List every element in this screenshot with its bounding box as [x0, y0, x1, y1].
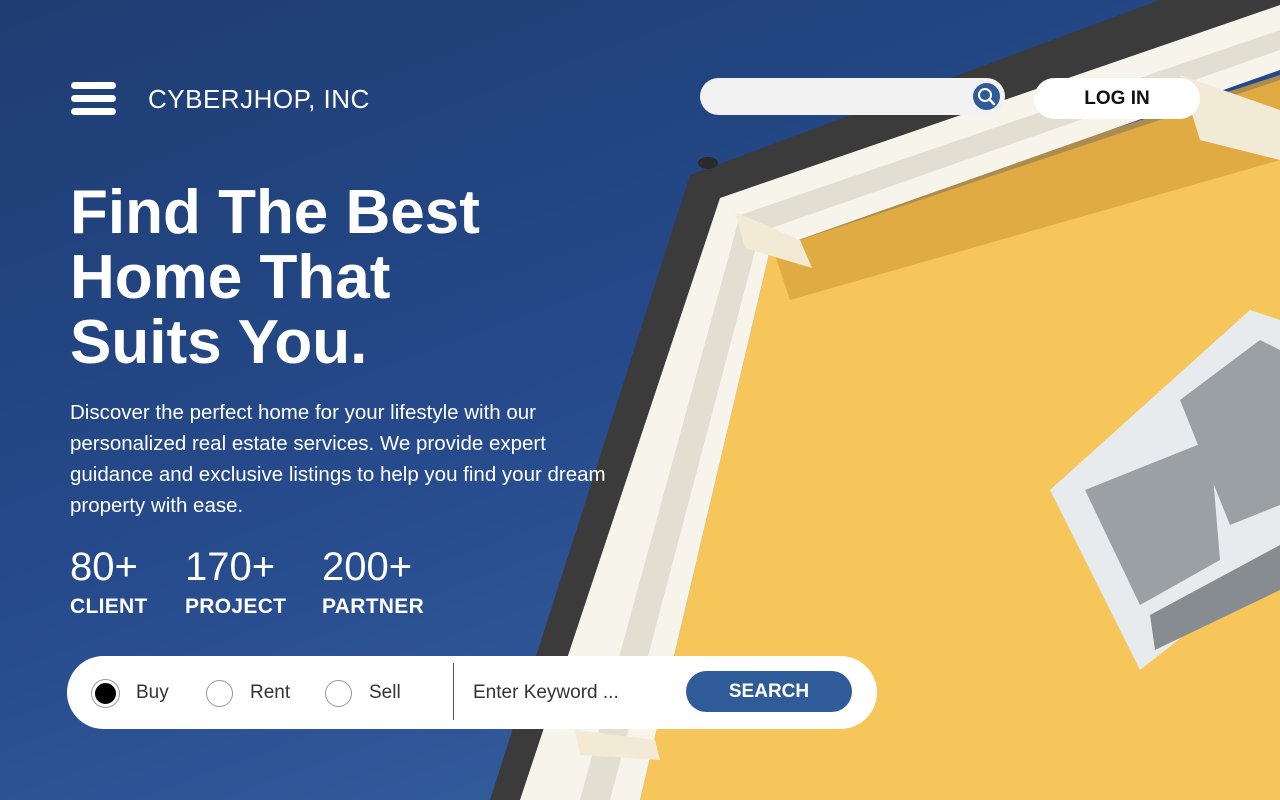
hero-description: Discover the perfect home for your lifes…	[70, 401, 606, 517]
hero-headline-line-3: Suits You.	[70, 308, 368, 377]
hero-headline: Find The Best Home That Suits You.	[70, 180, 590, 375]
stat-value: 200+	[322, 545, 413, 589]
header-search-input[interactable]	[718, 84, 962, 111]
divider	[453, 663, 454, 720]
option-rent[interactable]: Rent	[206, 678, 290, 708]
keyword-input[interactable]	[471, 678, 665, 708]
option-buy[interactable]: Buy	[92, 678, 169, 708]
stat-label: CLIENT	[70, 595, 148, 618]
radio-sell[interactable]	[325, 679, 352, 707]
hero-headline-line-2: Home That	[70, 243, 391, 312]
radio-rent[interactable]	[206, 679, 233, 707]
stat-value: 80+	[70, 545, 138, 589]
stat-projects: 170+ PROJECT	[185, 545, 286, 619]
stat-label: PARTNER	[322, 595, 425, 618]
stat-value: 170+	[185, 545, 276, 589]
radio-buy[interactable]	[92, 679, 119, 707]
stat-partners: 200+ PARTNER	[322, 545, 424, 619]
stat-label: PROJECT	[185, 595, 287, 618]
option-label: Sell	[369, 682, 401, 703]
option-sell[interactable]: Sell	[325, 678, 401, 708]
brand-name: CYBERJHOP, INC	[148, 84, 370, 114]
login-button[interactable]: LOG IN	[1034, 78, 1200, 119]
hero-headline-line-1: Find The Best	[70, 178, 480, 247]
search-icon[interactable]	[973, 83, 1000, 110]
option-label: Buy	[136, 682, 169, 703]
property-search-bar: Buy Rent Sell SEARCH	[67, 656, 877, 729]
hamburger-menu-icon[interactable]	[71, 82, 116, 116]
header-search	[700, 78, 1005, 115]
search-button[interactable]: SEARCH	[686, 671, 852, 712]
option-label: Rent	[250, 682, 291, 703]
stat-clients: 80+ CLIENT	[70, 545, 148, 619]
